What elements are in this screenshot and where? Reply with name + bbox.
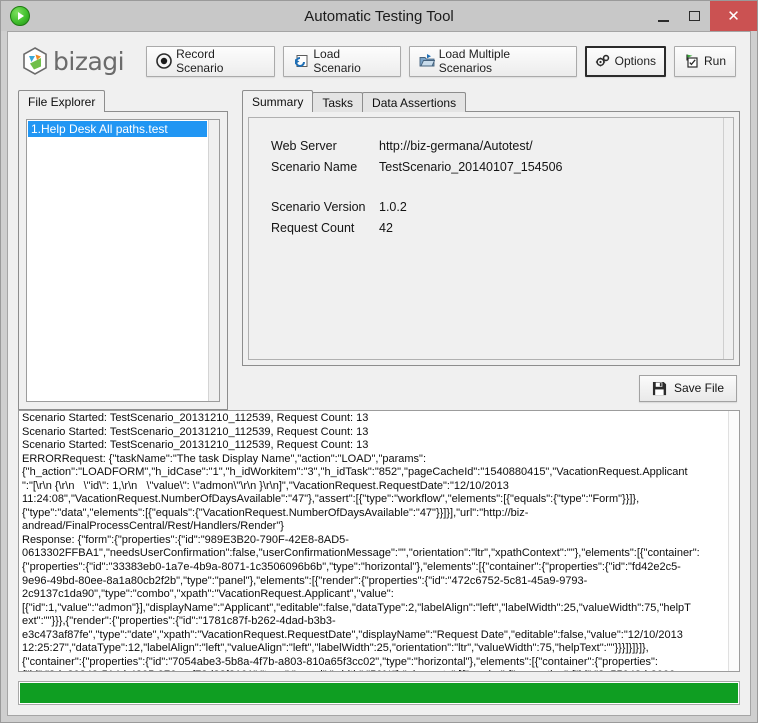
file-explorer-pane: 1.Help Desk All paths.test <box>18 111 228 410</box>
save-file-button[interactable]: Save File <box>638 374 737 402</box>
play-circle-icon <box>10 6 30 26</box>
gears-icon <box>595 54 609 67</box>
run-label: Run <box>704 54 727 68</box>
record-circle-icon <box>156 53 172 69</box>
tab-data-assertions-label: Data Assertions <box>372 95 457 110</box>
list-item[interactable]: 1.Help Desk All paths.test <box>28 121 207 137</box>
minimize-button[interactable] <box>648 1 679 31</box>
load-scenario-button[interactable]: Load Scenario <box>283 45 401 77</box>
scenario-name-label: Scenario Name <box>271 160 358 174</box>
file-list-scrollbar[interactable] <box>208 120 219 401</box>
record-scenario-button[interactable]: Record Scenario <box>146 45 276 77</box>
maximize-button[interactable] <box>679 1 710 31</box>
tab-summary[interactable]: Summary <box>242 90 314 112</box>
window-title: Automatic Testing Tool <box>304 7 454 25</box>
tab-tasks[interactable]: Tasks <box>312 92 364 112</box>
record-scenario-label: Record Scenario <box>176 47 224 75</box>
brand-name: bizagi <box>53 46 125 76</box>
scenario-version-value: 1.0.2 <box>379 200 407 214</box>
request-count-value: 42 <box>379 221 393 235</box>
web-server-label: Web Server <box>271 139 337 153</box>
close-button[interactable]: ✕ <box>710 1 757 31</box>
details-tabstrip: Summary Tasks Data Assertions <box>242 90 740 112</box>
log-scrollbar[interactable] <box>728 411 739 671</box>
run-flag-icon <box>686 54 698 68</box>
progress-bar-container <box>18 681 740 705</box>
progress-bar-fill <box>20 683 738 703</box>
bizagi-logo: bizagi <box>22 46 125 76</box>
summary-content: Web Server http://biz-germana/Autotest/ … <box>249 118 723 359</box>
summary-pane: Web Server http://biz-germana/Autotest/ … <box>242 111 740 366</box>
summary-row-scenario-version: Scenario Version 1.0.2 <box>271 197 723 218</box>
window-controls: ✕ <box>648 1 757 31</box>
log-output-text: Scenario Started: TestScenario_20131210_… <box>22 412 700 671</box>
scenario-version-label: Scenario Version <box>271 200 366 214</box>
summary-scrollbar[interactable] <box>723 118 733 359</box>
web-server-value: http://biz-germana/Autotest/ <box>379 139 533 153</box>
summary-row-web-server: Web Server http://biz-germana/Autotest/ <box>271 136 723 157</box>
client-area: bizagi Record Scenario Load Scenario Loa… <box>7 31 751 716</box>
tab-data-assertions[interactable]: Data Assertions <box>362 92 467 112</box>
load-multiple-scenarios-button[interactable]: Load Multiple Scenarios <box>408 45 577 77</box>
load-folder-icon <box>419 54 435 67</box>
save-row: Save File <box>242 366 740 410</box>
file-item-label: 1.Help Desk All paths.test <box>31 122 168 136</box>
application-window: Automatic Testing Tool ✕ bizagi Record S… <box>0 0 758 723</box>
options-label: Options <box>614 54 656 68</box>
file-list[interactable]: 1.Help Desk All paths.test <box>26 119 220 402</box>
save-file-label: Save File <box>673 381 724 395</box>
floppy-disk-icon <box>652 381 667 395</box>
load-multiple-scenarios-label: Load Multiple Scenarios <box>438 47 511 75</box>
load-file-icon <box>295 55 308 67</box>
toolbar-buttons: Record Scenario Load Scenario Load Multi… <box>146 45 737 77</box>
request-count-label: Request Count <box>271 221 355 235</box>
panels-row: File Explorer 1.Help Desk All paths.test <box>8 90 750 410</box>
toolbar: bizagi Record Scenario Load Scenario Loa… <box>8 32 750 90</box>
file-explorer-group: File Explorer 1.Help Desk All paths.test <box>18 90 228 410</box>
scenario-name-value: TestScenario_20140107_154506 <box>379 160 563 174</box>
tab-tasks-label: Tasks <box>322 95 354 110</box>
tab-file-explorer-label: File Explorer <box>28 94 96 109</box>
close-icon: ✕ <box>727 8 740 25</box>
run-button[interactable]: Run <box>674 45 737 77</box>
summary-row-request-count: Request Count 42 <box>271 218 723 239</box>
tab-file-explorer[interactable]: File Explorer <box>18 90 106 112</box>
file-explorer-tabstrip: File Explorer <box>18 90 228 112</box>
summary-box: Web Server http://biz-germana/Autotest/ … <box>248 117 734 360</box>
load-scenario-label: Load Scenario <box>313 47 361 75</box>
log-output-panel[interactable]: Scenario Started: TestScenario_20131210_… <box>18 410 740 672</box>
tab-summary-label: Summary <box>252 94 304 109</box>
options-button[interactable]: Options <box>584 45 666 77</box>
title-bar: Automatic Testing Tool ✕ <box>1 1 757 31</box>
details-group: Summary Tasks Data Assertions Web Server <box>242 90 740 410</box>
file-list-items: 1.Help Desk All paths.test <box>27 120 208 401</box>
summary-row-scenario-name: Scenario Name TestScenario_20140107_1545… <box>271 157 723 178</box>
bizagi-hexagon-logo <box>23 47 47 75</box>
